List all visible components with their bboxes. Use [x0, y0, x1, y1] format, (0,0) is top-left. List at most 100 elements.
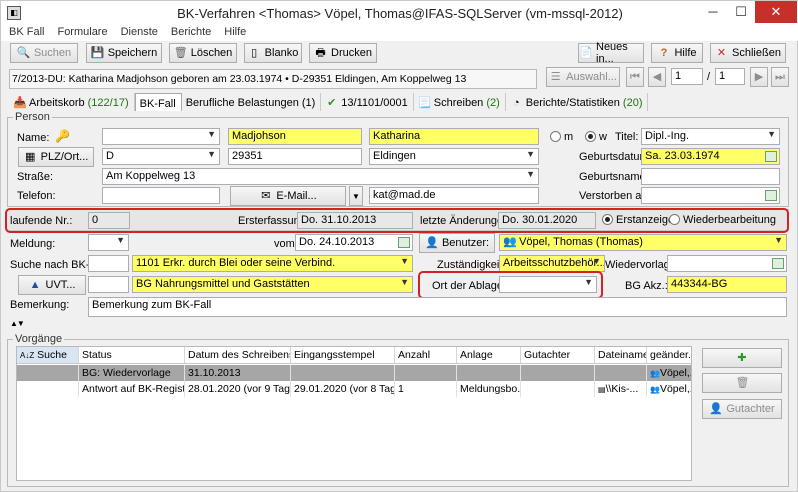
- neues-in-button[interactable]: 📄 Neues in...: [578, 41, 644, 65]
- benutzer-select[interactable]: 👥 Vöpel, Thomas (Thomas) ▼: [499, 234, 787, 251]
- menu-berichte[interactable]: Berichte: [163, 25, 216, 38]
- gutachter-button[interactable]: 👤 Gutachter: [702, 399, 782, 419]
- email-dropdown-button[interactable]: ▼: [349, 186, 363, 206]
- delete-vorgang-button[interactable]: 🗑: [702, 373, 782, 393]
- auswahl-button[interactable]: ☰ Auswahl...: [546, 67, 620, 87]
- tab-schreiben[interactable]: 📃 Schreiben (2): [414, 93, 506, 111]
- trash-icon: 🗑: [735, 376, 750, 389]
- bemerkung-textarea[interactable]: Bemerkung zum BK-Fall: [88, 297, 787, 317]
- tab-berichte-statistiken[interactable]: ◔ Berichte/Statistiken (20): [506, 93, 649, 111]
- suchen-button[interactable]: 🔍 Suchen: [10, 43, 78, 63]
- blanko-button[interactable]: ▯ Blanko: [244, 43, 302, 63]
- column-header-datum[interactable]: Datum des Schreibens: [185, 347, 291, 364]
- hilfe-button[interactable]: ? Hilfe: [651, 43, 703, 63]
- bk-nr-search-input[interactable]: [88, 255, 129, 272]
- wiedervorlage-input[interactable]: [667, 255, 787, 272]
- menu-dienste[interactable]: Dienste: [113, 25, 163, 38]
- email-button[interactable]: ✉ E-Mail...: [230, 186, 346, 206]
- previous-record-button[interactable]: ◀: [648, 67, 666, 87]
- loeschen-button[interactable]: 🗑 Löschen: [169, 43, 237, 63]
- minimize-button[interactable]: ─: [699, 1, 727, 23]
- pie-chart-icon: ◔: [512, 96, 520, 109]
- chevron-down-icon: ▼: [526, 169, 535, 179]
- checkmark-icon: ✔: [327, 96, 337, 109]
- column-header-anlage[interactable]: Anlage: [457, 347, 521, 364]
- maximize-button[interactable]: ☐: [727, 1, 755, 23]
- meldung-select[interactable]: ▼: [88, 234, 129, 251]
- plz-input[interactable]: 29351: [228, 148, 362, 165]
- table-row[interactable]: BG: Wiedervorlage 31.10.2013 👥Vöpel,...: [17, 365, 691, 381]
- plz-ort-button[interactable]: ▦ PLZ/Ort...: [18, 147, 94, 167]
- chevron-down-icon: ▼: [116, 235, 125, 245]
- last-record-button[interactable]: ⏭: [771, 67, 789, 87]
- geburtsname-input[interactable]: [641, 168, 780, 185]
- vorname-input[interactable]: Katharina: [369, 128, 539, 145]
- strasse-select[interactable]: Am Koppelweg 13 ▼: [102, 168, 539, 185]
- telefon-input[interactable]: [102, 187, 220, 204]
- column-header-suche[interactable]: A↓Z Suche: [17, 347, 79, 364]
- ort-select[interactable]: Eldingen ▼: [369, 148, 539, 165]
- collapse-toggle-icon[interactable]: ▲▼: [10, 319, 25, 328]
- uvt-button[interactable]: ▲ UVT...: [18, 275, 86, 295]
- new-document-icon: 📄: [579, 46, 593, 59]
- tab-berufliche-belastungen[interactable]: Berufliche Belastungen (1): [182, 93, 322, 111]
- column-header-status[interactable]: Status: [79, 347, 185, 364]
- strasse-label: Straße:: [17, 171, 54, 183]
- column-header-geaendert[interactable]: geänder...: [647, 347, 691, 364]
- file-icon: ▤: [598, 385, 606, 394]
- case-summary-bar: 7/2013-DU: Katharina Madjohson geboren a…: [9, 69, 537, 89]
- gender-m-radio[interactable]: m: [550, 131, 573, 143]
- record-number-input[interactable]: 1: [671, 68, 703, 85]
- first-record-button[interactable]: ⏮: [626, 67, 644, 87]
- bg-akz-input[interactable]: 443344-BG: [667, 276, 787, 293]
- bg-akz-label: BG Akz.:: [625, 280, 668, 292]
- column-header-gutachter[interactable]: Gutachter: [521, 347, 595, 364]
- blank-page-icon: ▯: [251, 46, 258, 59]
- record-separator: /: [707, 71, 711, 83]
- calendar-icon[interactable]: [765, 190, 777, 201]
- user-icon: 👥: [503, 236, 517, 248]
- menu-formulare[interactable]: Formulare: [49, 25, 112, 38]
- tab-bk-fall[interactable]: BK-Fall: [134, 93, 182, 111]
- add-vorgang-button[interactable]: ✚: [702, 348, 782, 368]
- gender-w-radio[interactable]: w: [585, 131, 607, 143]
- anrede-select[interactable]: ▼: [102, 128, 220, 145]
- column-header-dateiname[interactable]: Dateiname: [595, 347, 647, 364]
- drucken-button[interactable]: 🖶 Drucken: [309, 43, 377, 63]
- next-record-button[interactable]: ▶: [750, 67, 768, 87]
- highlight-box-ablage: [418, 271, 603, 299]
- speichern-button[interactable]: 💾 Speichern: [86, 43, 162, 63]
- menu-hilfe[interactable]: Hilfe: [216, 25, 251, 38]
- chevron-down-icon: ▼: [207, 149, 216, 159]
- column-header-eingangsstempel[interactable]: Eingangsstempel: [291, 347, 395, 364]
- calendar-icon[interactable]: [772, 258, 784, 269]
- geburtsname-label: Geburtsname:: [579, 171, 649, 183]
- nachname-input[interactable]: Madjohson: [228, 128, 362, 145]
- bk-nr-select[interactable]: 1101 Erkr. durch Blei oder seine Verbind…: [132, 255, 413, 272]
- calendar-icon[interactable]: [765, 151, 777, 162]
- tab-arbeitskorb[interactable]: 📥 Arbeitskorb (122/17): [9, 93, 135, 111]
- menu-bk-fall[interactable]: BK Fall: [1, 25, 49, 38]
- window-title: BK-Verfahren <Thomas> Vöpel, Thomas@IFAS…: [177, 6, 623, 21]
- email-input[interactable]: kat@mad.de: [369, 187, 539, 204]
- uvt-code-input[interactable]: [88, 276, 129, 293]
- geburtsdatum-input[interactable]: Sa. 23.03.1974: [641, 148, 780, 165]
- zustaendigkeit-select[interactable]: Arbeitsschutzbehör... ▼: [499, 255, 605, 272]
- land-select[interactable]: D ▼: [102, 148, 220, 165]
- uvt-select[interactable]: BG Nahrungsmittel und Gaststätten ▼: [132, 276, 413, 293]
- column-header-anzahl[interactable]: Anzahl: [395, 347, 457, 364]
- zustaendigkeit-label: Zuständigkeit:: [437, 259, 506, 271]
- tab-case-number[interactable]: ✔ 13/1101/0001: [321, 93, 414, 111]
- benutzer-button[interactable]: 👤 Benutzer:: [419, 233, 495, 253]
- search-icon: 🔍: [16, 46, 31, 59]
- schliessen-button[interactable]: ✕ Schließen: [710, 43, 786, 63]
- vom-input[interactable]: Do. 24.10.2013: [295, 234, 413, 251]
- user-icon: 👥: [650, 385, 660, 394]
- trash-icon: 🗑: [173, 46, 188, 59]
- menu-bar: BK Fall Formulare Dienste Berichte Hilfe: [1, 25, 798, 41]
- verstorben-input[interactable]: [641, 187, 780, 204]
- close-window-button[interactable]: ✕: [755, 1, 797, 23]
- titel-select[interactable]: Dipl.-Ing. ▼: [641, 128, 780, 145]
- calendar-icon[interactable]: [398, 237, 410, 248]
- table-row[interactable]: Antwort auf BK-Register 28.01.2020 (vor …: [17, 381, 691, 397]
